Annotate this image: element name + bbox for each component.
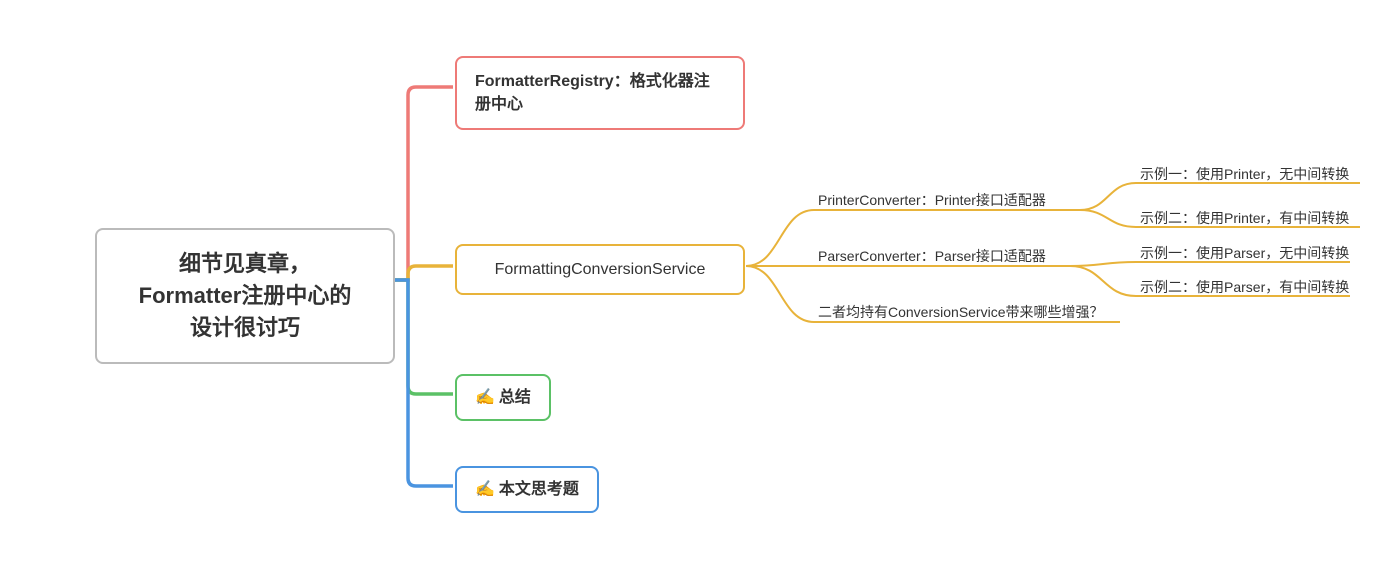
branch-questions[interactable]: ✍ 本文思考题 [455, 466, 599, 513]
root-line-1: 细节见真章， [179, 251, 311, 276]
leaf-parser-example-1[interactable]: 示例一：使用Parser，无中间转换 [1140, 243, 1349, 263]
mid-enhance-label: 二者均持有ConversionService带来哪些增强？ [818, 304, 1104, 320]
branch-service-label: FormattingConversionService [495, 258, 706, 281]
leaf-parser1-label: 示例一：使用Parser，无中间转换 [1140, 245, 1349, 261]
root-line-3: 设计很讨巧 [190, 315, 300, 340]
root-node[interactable]: 细节见真章， Formatter注册中心的 设计很讨巧 [95, 228, 395, 364]
branch-formatting-conversion-service[interactable]: FormattingConversionService [455, 244, 745, 295]
branch-questions-label: 本文思考题 [499, 478, 579, 501]
root-line-2: Formatter注册中心的 [139, 283, 352, 308]
root-text: 细节见真章， Formatter注册中心的 设计很讨巧 [139, 248, 352, 344]
mid-printer-label: PrinterConverter：Printer接口适配器 [818, 192, 1046, 208]
mid-enhance-question[interactable]: 二者均持有ConversionService带来哪些增强？ [818, 302, 1104, 322]
mindmap-canvas: { "root": { "line1": "细节见真章，", "line2": … [0, 0, 1389, 563]
branch-summary-label: 总结 [499, 386, 531, 409]
leaf-parser2-label: 示例二：使用Parser，有中间转换 [1140, 279, 1349, 295]
mid-printer-converter[interactable]: PrinterConverter：Printer接口适配器 [818, 190, 1046, 210]
leaf-printer-example-2[interactable]: 示例二：使用Printer，有中间转换 [1140, 208, 1349, 228]
pencil-icon: ✍ [475, 478, 495, 501]
mid-parser-label: ParserConverter：Parser接口适配器 [818, 248, 1046, 264]
branch-formatter-registry[interactable]: FormatterRegistry：格式化器注册中心 [455, 56, 745, 130]
pencil-icon: ✍ [475, 386, 495, 409]
leaf-printer-example-1[interactable]: 示例一：使用Printer，无中间转换 [1140, 164, 1349, 184]
mid-parser-converter[interactable]: ParserConverter：Parser接口适配器 [818, 246, 1046, 266]
leaf-parser-example-2[interactable]: 示例二：使用Parser，有中间转换 [1140, 277, 1349, 297]
leaf-printer1-label: 示例一：使用Printer，无中间转换 [1140, 166, 1349, 182]
branch-registry-label: FormatterRegistry：格式化器注册中心 [475, 70, 725, 116]
leaf-printer2-label: 示例二：使用Printer，有中间转换 [1140, 210, 1349, 226]
branch-summary[interactable]: ✍ 总结 [455, 374, 551, 421]
